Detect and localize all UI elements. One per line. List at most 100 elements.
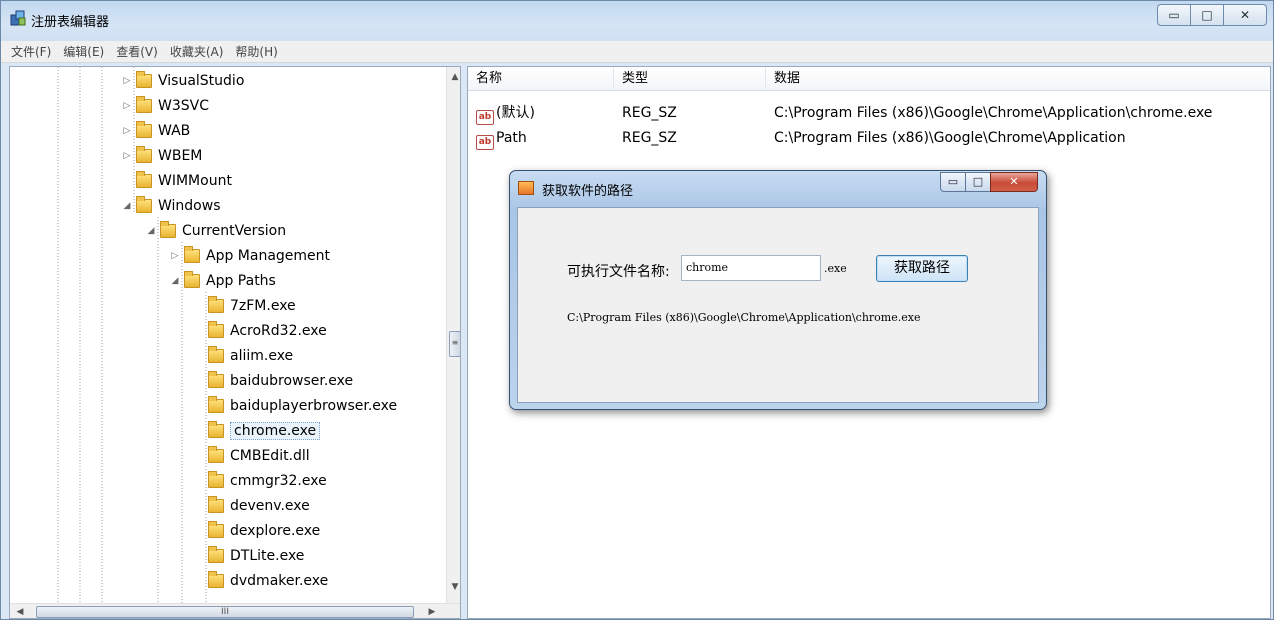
result-path-text: C:\Program Files (x86)\Google\Chrome\App… (567, 311, 921, 324)
tree-item[interactable]: ▷ VisualStudio (122, 68, 244, 93)
tree-item-label: App Management (206, 247, 331, 264)
horizontal-scroll-thumb[interactable]: III (36, 606, 414, 618)
tree-item[interactable]: ▷ W3SVC (122, 93, 209, 118)
dialog-client-area: 可执行文件名称: chrome .exe 获取路径 C:\Program Fil… (517, 207, 1039, 403)
maximize-button[interactable]: □ (1190, 4, 1224, 26)
tree-item[interactable]: dexplore.exe (194, 518, 320, 543)
close-button[interactable]: ✕ (1223, 4, 1267, 26)
tree-item-label: DTLite.exe (230, 547, 305, 564)
tree-item-label: devenv.exe (230, 497, 310, 514)
menu-file[interactable]: 文件(F) (5, 41, 57, 63)
tree-item[interactable]: ◢ Windows (122, 193, 221, 218)
tree-item[interactable]: ▷ WBEM (122, 143, 202, 168)
dialog-maximize-button[interactable]: □ (965, 172, 991, 192)
expand-arrow-icon[interactable]: ▷ (122, 101, 132, 111)
tree-item[interactable]: ◢ CurrentVersion (146, 218, 286, 243)
vertical-scroll-thumb[interactable]: ≡ (449, 331, 460, 357)
tree-item-label: WBEM (158, 147, 203, 164)
registry-editor-window: 注册表编辑器 ▭ □ ✕ 文件(F) 编辑(E) 查看(V) 收藏夹(A) 帮助… (0, 0, 1274, 620)
folder-icon (136, 95, 152, 113)
folder-icon (208, 520, 224, 538)
tree-item[interactable]: AcroRd32.exe (194, 318, 327, 343)
column-header-name[interactable]: 名称 (468, 67, 614, 91)
dialog-title: 获取软件的路径 (542, 184, 634, 199)
get-path-button[interactable]: 获取路径 (876, 255, 968, 282)
tree-item[interactable]: cmmgr32.exe (194, 468, 327, 493)
value-type: REG_SZ (622, 130, 677, 146)
dialog-app-icon (518, 181, 534, 195)
tree-item-label: W3SVC (158, 97, 209, 114)
tree-item[interactable]: aliim.exe (194, 343, 293, 368)
menu-view[interactable]: 查看(V) (110, 41, 164, 63)
tree-item[interactable]: baidubrowser.exe (194, 368, 353, 393)
folder-icon (184, 245, 200, 263)
tree-item[interactable]: DTLite.exe (194, 543, 304, 568)
value-type: REG_SZ (622, 105, 677, 121)
column-header-type[interactable]: 类型 (614, 67, 766, 91)
tree-item[interactable]: devenv.exe (194, 493, 310, 518)
collapse-arrow-icon[interactable]: ◢ (170, 276, 180, 286)
collapse-arrow-icon[interactable]: ◢ (122, 201, 132, 211)
executable-name-input[interactable]: chrome (681, 255, 821, 281)
value-name: Path (496, 130, 527, 146)
tree-item-label: AcroRd32.exe (230, 322, 327, 339)
column-header-data[interactable]: 数据 (766, 67, 1272, 91)
tree-item-label: App Paths (206, 272, 276, 289)
expand-arrow-icon[interactable]: ▷ (122, 76, 132, 86)
expand-arrow-icon[interactable]: ▷ (122, 126, 132, 136)
folder-icon (136, 145, 152, 163)
tree-vertical-scrollbar[interactable]: ▲ ≡ ▼ (446, 67, 460, 603)
tree-item[interactable]: 7zFM.exe (194, 293, 296, 318)
tree-item-label: aliim.exe (230, 347, 294, 364)
tree-item-label: WAB (158, 122, 191, 139)
menu-bar: 文件(F) 编辑(E) 查看(V) 收藏夹(A) 帮助(H) (1, 41, 1273, 63)
folder-icon (208, 295, 224, 313)
list-row[interactable]: ab (默认) REG_SZ C:\Program Files (x86)\Goo… (468, 101, 1270, 125)
dialog-close-button[interactable]: ✕ (990, 172, 1038, 192)
tree-item-label: baiduplayerbrowser.exe (230, 397, 398, 414)
folder-icon (208, 320, 224, 338)
tree-horizontal-scrollbar[interactable]: ◀ III ▶ (10, 603, 460, 618)
tree-item-label: VisualStudio (158, 72, 245, 89)
folder-icon (136, 170, 152, 188)
scroll-up-arrow-icon[interactable]: ▲ (447, 69, 460, 85)
menu-favorites[interactable]: 收藏夹(A) (164, 41, 230, 63)
tree-item-label: dexplore.exe (230, 522, 321, 539)
tree-item-selected[interactable]: chrome.exe (194, 418, 321, 443)
folder-icon (208, 345, 224, 363)
registry-tree[interactable]: ▷ VisualStudio ▷ W3SVC ▷ WAB ▷ WBEM WIMM… (9, 66, 461, 619)
tree-item[interactable]: ◢ App Paths (170, 268, 276, 293)
menu-edit[interactable]: 编辑(E) (57, 41, 110, 63)
folder-icon (208, 495, 224, 513)
tree-item[interactable]: ▷ App Management (170, 243, 330, 268)
tree-item[interactable]: CMBEdit.dll (194, 443, 310, 468)
tree-item[interactable]: WIMMount (122, 168, 232, 193)
tree-item[interactable]: baiduplayerbrowser.exe (194, 393, 397, 418)
expand-arrow-icon[interactable]: ▷ (170, 251, 180, 261)
registry-editor-icon (10, 10, 26, 26)
value-name-cell: ab Path (476, 126, 527, 150)
tree-item[interactable]: dvdmaker.exe (194, 568, 328, 593)
value-name: (默认) (496, 105, 535, 121)
tree-item-label: Windows (158, 197, 221, 214)
scroll-right-arrow-icon[interactable]: ▶ (424, 604, 440, 618)
tree-item[interactable]: ▷ WAB (122, 118, 190, 143)
folder-icon (208, 445, 224, 463)
folder-icon (136, 120, 152, 138)
value-name-cell: ab (默认) (476, 101, 535, 125)
expand-arrow-icon[interactable]: ▷ (122, 151, 132, 161)
window-controls: ▭ □ ✕ (1157, 4, 1267, 26)
folder-icon (136, 195, 152, 213)
folder-icon (136, 70, 152, 88)
dialog-minimize-button[interactable]: ▭ (940, 172, 966, 192)
scroll-left-arrow-icon[interactable]: ◀ (12, 604, 28, 618)
collapse-arrow-icon[interactable]: ◢ (146, 226, 156, 236)
folder-icon (208, 395, 224, 413)
folder-icon (208, 570, 224, 588)
list-row[interactable]: ab Path REG_SZ C:\Program Files (x86)\Goo… (468, 126, 1270, 150)
menu-help[interactable]: 帮助(H) (229, 41, 283, 63)
get-path-dialog: 获取软件的路径 ▭ □ ✕ 可执行文件名称: chrome .exe 获取路径 … (509, 170, 1047, 410)
string-value-icon: ab (476, 135, 494, 150)
minimize-button[interactable]: ▭ (1157, 4, 1191, 26)
scroll-down-arrow-icon[interactable]: ▼ (447, 579, 460, 595)
